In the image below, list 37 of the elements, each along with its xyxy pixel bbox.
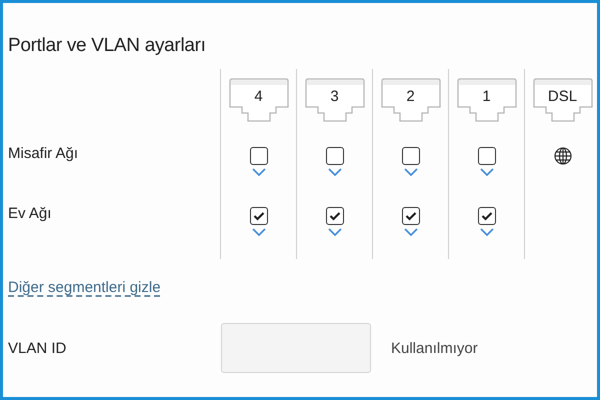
check-icon	[480, 211, 492, 221]
check-icon	[252, 211, 264, 221]
checkbox[interactable]	[402, 207, 420, 225]
port-label: 1	[481, 88, 492, 105]
status-text: Kullanılmıyor	[391, 340, 478, 356]
chevron-icon[interactable]	[252, 168, 266, 176]
port-label: 3	[329, 88, 340, 105]
port-label: 4	[253, 88, 264, 105]
section-title: Portlar ve VLAN ayarları	[8, 35, 207, 58]
checkbox[interactable]	[326, 147, 344, 165]
toggle-link[interactable]: Diğer segmentleri gizle	[8, 279, 161, 296]
chevron-icon[interactable]	[480, 228, 494, 236]
port-icon	[456, 78, 516, 122]
chevron-icon[interactable]	[328, 168, 342, 176]
checkbox[interactable]	[402, 147, 420, 165]
chevron-icon[interactable]	[252, 228, 266, 236]
chevron-icon[interactable]	[404, 168, 418, 176]
chevron-icon[interactable]	[328, 228, 342, 236]
checkbox[interactable]	[478, 147, 496, 165]
chevron-icon[interactable]	[480, 168, 494, 176]
port-icon	[228, 78, 288, 122]
port-icon	[532, 78, 592, 122]
port-icon	[304, 78, 364, 122]
port-icon	[380, 78, 440, 122]
network-label: Misafir Ağı	[8, 144, 80, 164]
check-icon	[328, 211, 340, 221]
chevron-icon[interactable]	[404, 228, 418, 236]
port-label: 2	[405, 88, 416, 105]
globe-icon	[554, 147, 572, 165]
checkbox[interactable]	[250, 207, 268, 225]
network-label: Ev Ağı	[8, 204, 52, 224]
port-label: DSL	[546, 88, 578, 105]
field-label: VLAN ID	[8, 340, 68, 356]
check-icon	[404, 211, 416, 221]
checkbox[interactable]	[326, 207, 344, 225]
checkbox[interactable]	[478, 207, 496, 225]
checkbox[interactable]	[250, 147, 268, 165]
